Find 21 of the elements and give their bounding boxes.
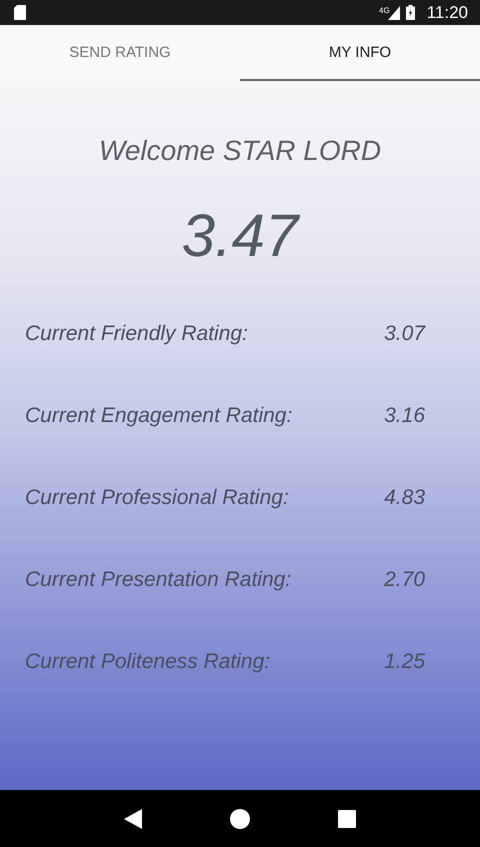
rating-label: Current Politeness Rating: (25, 650, 270, 674)
battery-icon (406, 5, 415, 20)
rating-value: 2.70 (384, 568, 425, 592)
tab[interactable]: SEND RATING (0, 25, 240, 81)
rating-label: Current Engagement Rating: (25, 404, 292, 428)
rating-value: 3.07 (384, 322, 425, 346)
signal-icon (388, 6, 400, 20)
status-time: 11:20 (426, 2, 468, 22)
home-icon[interactable] (230, 808, 250, 828)
welcome-text: Welcome STAR LORD (98, 135, 382, 167)
rating-value: 1.25 (384, 650, 425, 674)
rating-label: Current Presentation Rating: (25, 568, 292, 592)
recents-icon[interactable] (338, 810, 356, 828)
rating-label: Current Friendly Rating: (25, 322, 248, 346)
back-icon[interactable] (124, 808, 142, 828)
sd-card-icon (14, 5, 26, 20)
rating-label: Current Professional Rating: (25, 486, 289, 510)
network-type: 4G (379, 6, 390, 14)
rating-value: 4.83 (384, 486, 425, 510)
rating-value: 3.16 (384, 404, 425, 428)
overall-rating: 3.47 (182, 201, 298, 270)
